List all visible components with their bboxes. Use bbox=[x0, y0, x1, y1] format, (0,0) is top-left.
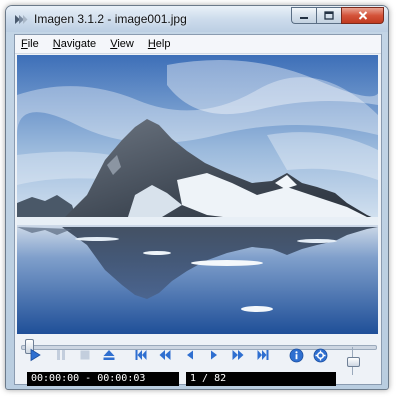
maximize-button[interactable] bbox=[316, 7, 341, 24]
menu-navigate-accel: N bbox=[52, 38, 61, 50]
previous-icon bbox=[187, 350, 193, 360]
photo-mountain-lake-reflection bbox=[17, 55, 378, 334]
menu-bar: File Navigate View Help bbox=[15, 35, 381, 54]
imagen-app-icon bbox=[15, 15, 28, 24]
title-bar[interactable]: Imagen 3.1.2 - image001.jpg bbox=[6, 6, 388, 32]
eject-icon bbox=[103, 350, 115, 360]
minimize-icon bbox=[300, 16, 308, 19]
close-button[interactable] bbox=[341, 7, 384, 24]
close-icon bbox=[358, 11, 367, 20]
minimize-button[interactable] bbox=[291, 7, 316, 24]
volume-slider-thumb[interactable] bbox=[347, 357, 360, 367]
fast-forward-button[interactable] bbox=[229, 346, 247, 364]
rewind-icon bbox=[159, 350, 171, 360]
next-icon bbox=[211, 350, 217, 360]
info-icon bbox=[289, 348, 303, 362]
first-image-button[interactable] bbox=[132, 346, 150, 364]
pause-button[interactable] bbox=[52, 346, 70, 364]
time-display: 00:00:00 - 00:00:03 bbox=[27, 372, 179, 386]
first-image-icon bbox=[135, 350, 147, 360]
menu-help-accel: H bbox=[147, 38, 156, 50]
menu-file-accel: F bbox=[21, 38, 28, 50]
play-button[interactable] bbox=[26, 346, 44, 364]
image-position-display: 1 / 82 bbox=[186, 372, 336, 386]
menu-view[interactable]: View bbox=[104, 38, 142, 50]
menu-help[interactable]: Help bbox=[142, 38, 179, 50]
info-button[interactable] bbox=[287, 346, 305, 364]
eject-button[interactable] bbox=[100, 346, 118, 364]
menu-file[interactable]: File bbox=[15, 38, 47, 50]
maximize-icon bbox=[324, 11, 334, 20]
rewind-button[interactable] bbox=[156, 346, 174, 364]
app-window: Imagen 3.1.2 - image001.jpg File Navigat… bbox=[5, 5, 389, 390]
play-icon bbox=[30, 348, 41, 362]
settings-icon bbox=[313, 348, 327, 362]
stop-button[interactable] bbox=[76, 346, 94, 364]
pause-icon bbox=[57, 350, 65, 360]
settings-button[interactable] bbox=[311, 346, 329, 364]
window-title: Imagen 3.1.2 - image001.jpg bbox=[34, 12, 187, 26]
menu-file-rest: ile bbox=[27, 38, 39, 50]
fast-forward-icon bbox=[232, 350, 244, 360]
client-area: File Navigate View Help 00:00:00 - 00:00… bbox=[14, 34, 382, 386]
previous-button[interactable] bbox=[181, 346, 199, 364]
menu-help-rest: elp bbox=[155, 38, 171, 50]
caption-buttons bbox=[291, 7, 384, 25]
last-image-icon bbox=[257, 350, 269, 360]
stop-icon bbox=[80, 350, 90, 360]
image-viewport[interactable] bbox=[17, 55, 378, 334]
next-button[interactable] bbox=[205, 346, 223, 364]
menu-navigate-rest: avigate bbox=[60, 38, 97, 50]
last-image-button[interactable] bbox=[254, 346, 272, 364]
menu-navigate[interactable]: Navigate bbox=[47, 38, 104, 50]
menu-view-rest: iew bbox=[117, 38, 134, 50]
